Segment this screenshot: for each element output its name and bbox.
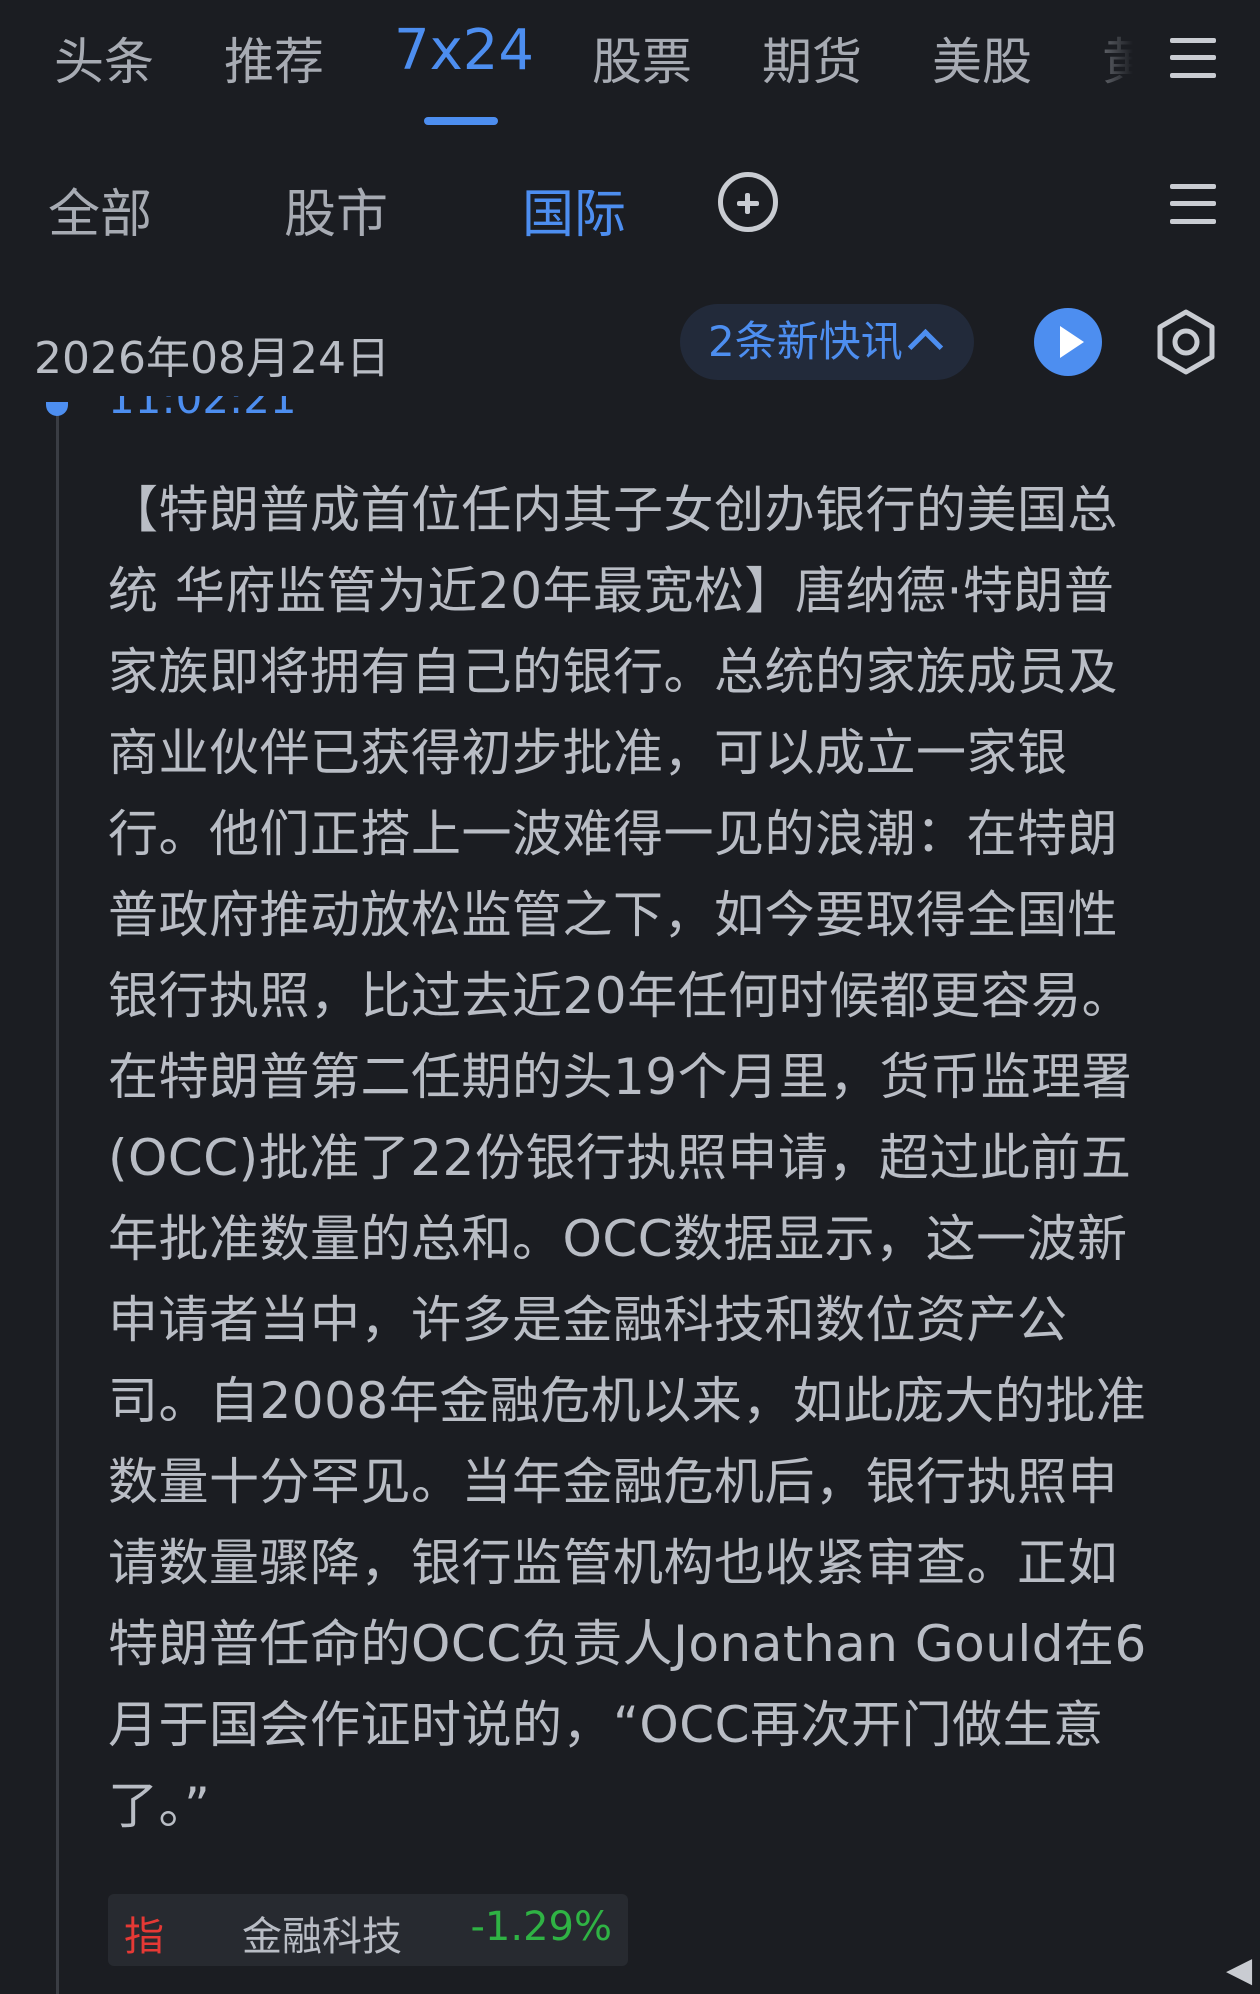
subtab-international[interactable]: 国际 (522, 172, 626, 247)
add-subtab-icon[interactable] (718, 172, 778, 232)
tab-7x24[interactable]: 7x24 (394, 18, 534, 83)
index-change: -1.29% (470, 1904, 612, 1950)
feed-date: 2026年08月24日 (34, 333, 390, 384)
tab-headlines[interactable]: 头条 (54, 22, 154, 94)
channel-menu-icon[interactable] (1170, 38, 1216, 78)
tab-us-stocks[interactable]: 美股 (932, 22, 1032, 94)
tab-overflow-fade (1070, 0, 1160, 120)
settings-icon[interactable] (1155, 308, 1217, 376)
subtab-menu-icon[interactable] (1170, 184, 1216, 224)
tab-recommend[interactable]: 推荐 (224, 22, 324, 94)
tab-stocks[interactable]: 股票 (592, 22, 692, 94)
subtab-all[interactable]: 全部 (48, 172, 152, 247)
new-flash-button[interactable]: 2条新快讯 (680, 304, 974, 380)
play-icon[interactable] (1034, 308, 1102, 376)
news-time: 11:02:21 (108, 396, 308, 426)
subtab-stock-market[interactable]: 股市 (284, 172, 388, 247)
index-label: 指 (124, 1914, 164, 1960)
tab-futures[interactable]: 期货 (762, 22, 862, 94)
related-index-tag[interactable]: 指 金融科技 -1.29% (108, 1894, 628, 1966)
timeline-dot (46, 402, 68, 416)
corner-arrow-icon: ◀ (1226, 1950, 1253, 1990)
chevron-up-icon (907, 328, 944, 365)
new-flash-label: 2条新快讯 (708, 317, 903, 366)
channel-tab-bar: 头条 推荐 7x24 股票 期货 美股 黄 (0, 0, 1260, 140)
news-article-body[interactable]: 【特朗普成首位任内其子女创办银行的美国总 统 华府监管为近20年最宽松】唐纳德·… (108, 470, 1208, 1847)
timeline-line (56, 405, 59, 1994)
news-time-text: 11:02:21 (108, 396, 297, 423)
index-name: 金融科技 (242, 1914, 402, 1960)
active-tab-indicator (424, 117, 498, 125)
